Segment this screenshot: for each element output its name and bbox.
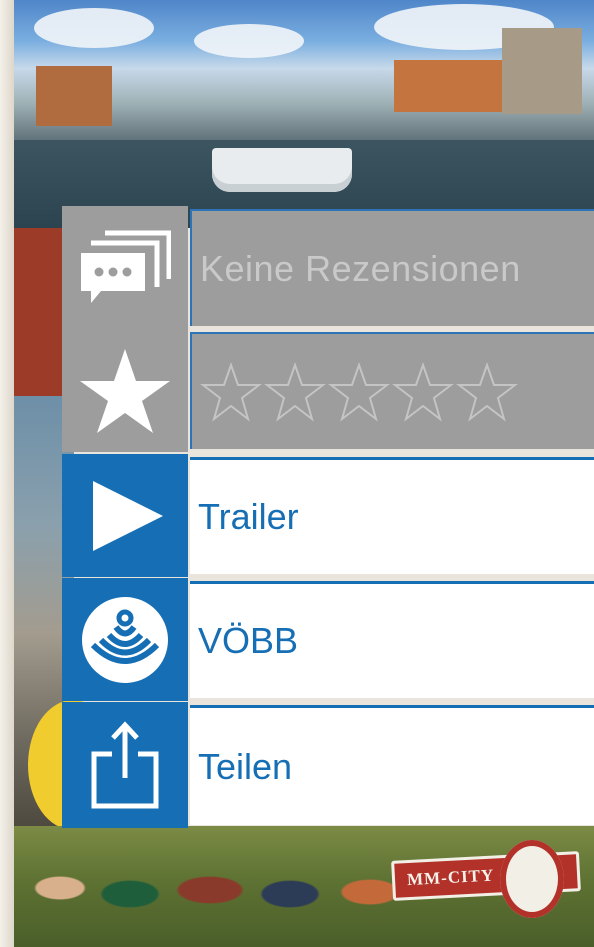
reviews-row: Keine Rezensionen	[62, 206, 594, 329]
voebb-label-cell[interactable]: VÖBB	[190, 581, 594, 698]
building	[394, 60, 514, 112]
publisher-logo-text: MM-CITY	[406, 865, 495, 890]
voebb-logo-icon	[82, 596, 168, 683]
empty-star-icon[interactable]	[392, 361, 454, 422]
reviews-label-cell: Keine Rezensionen	[190, 209, 594, 326]
empty-star-icon[interactable]	[264, 361, 326, 422]
trailer-label: Trailer	[198, 496, 299, 537]
reviews-label: Keine Rezensionen	[200, 247, 521, 289]
share-icon-cell	[62, 702, 188, 828]
tour-boat	[212, 148, 352, 192]
voebb-button[interactable]: VÖBB	[62, 578, 594, 701]
voebb-icon-cell	[62, 578, 188, 701]
page-edge	[0, 0, 14, 947]
empty-star-icon[interactable]	[328, 361, 390, 422]
building	[36, 66, 112, 126]
rating-stars[interactable]	[200, 361, 518, 422]
publisher-logo-mark	[500, 840, 564, 918]
cover-red-band	[14, 228, 68, 396]
cloud	[34, 8, 154, 48]
chat-bubbles-icon	[81, 230, 171, 303]
action-menu: Keine Rezensionen Trailer VÖBB Teilen	[62, 206, 594, 830]
voebb-label: VÖBB	[198, 620, 299, 661]
empty-star-icon[interactable]	[200, 361, 262, 422]
play-icon	[93, 480, 163, 551]
rating-row[interactable]	[62, 329, 594, 452]
share-icon	[91, 721, 159, 809]
cover-people	[20, 858, 420, 918]
trailer-button[interactable]: Trailer	[62, 454, 594, 577]
share-button[interactable]: Teilen	[62, 702, 594, 828]
rating-stars-cell[interactable]	[190, 332, 594, 449]
share-label: Teilen	[198, 745, 293, 787]
rating-icon-cell	[62, 329, 188, 452]
reviews-icon-cell	[62, 206, 188, 329]
share-label-cell[interactable]: Teilen	[190, 705, 594, 825]
cloud	[194, 24, 304, 58]
empty-star-icon[interactable]	[456, 361, 518, 422]
trailer-label-cell[interactable]: Trailer	[190, 457, 594, 574]
building	[502, 28, 582, 114]
star-icon	[80, 348, 170, 433]
trailer-icon-cell	[62, 454, 188, 577]
